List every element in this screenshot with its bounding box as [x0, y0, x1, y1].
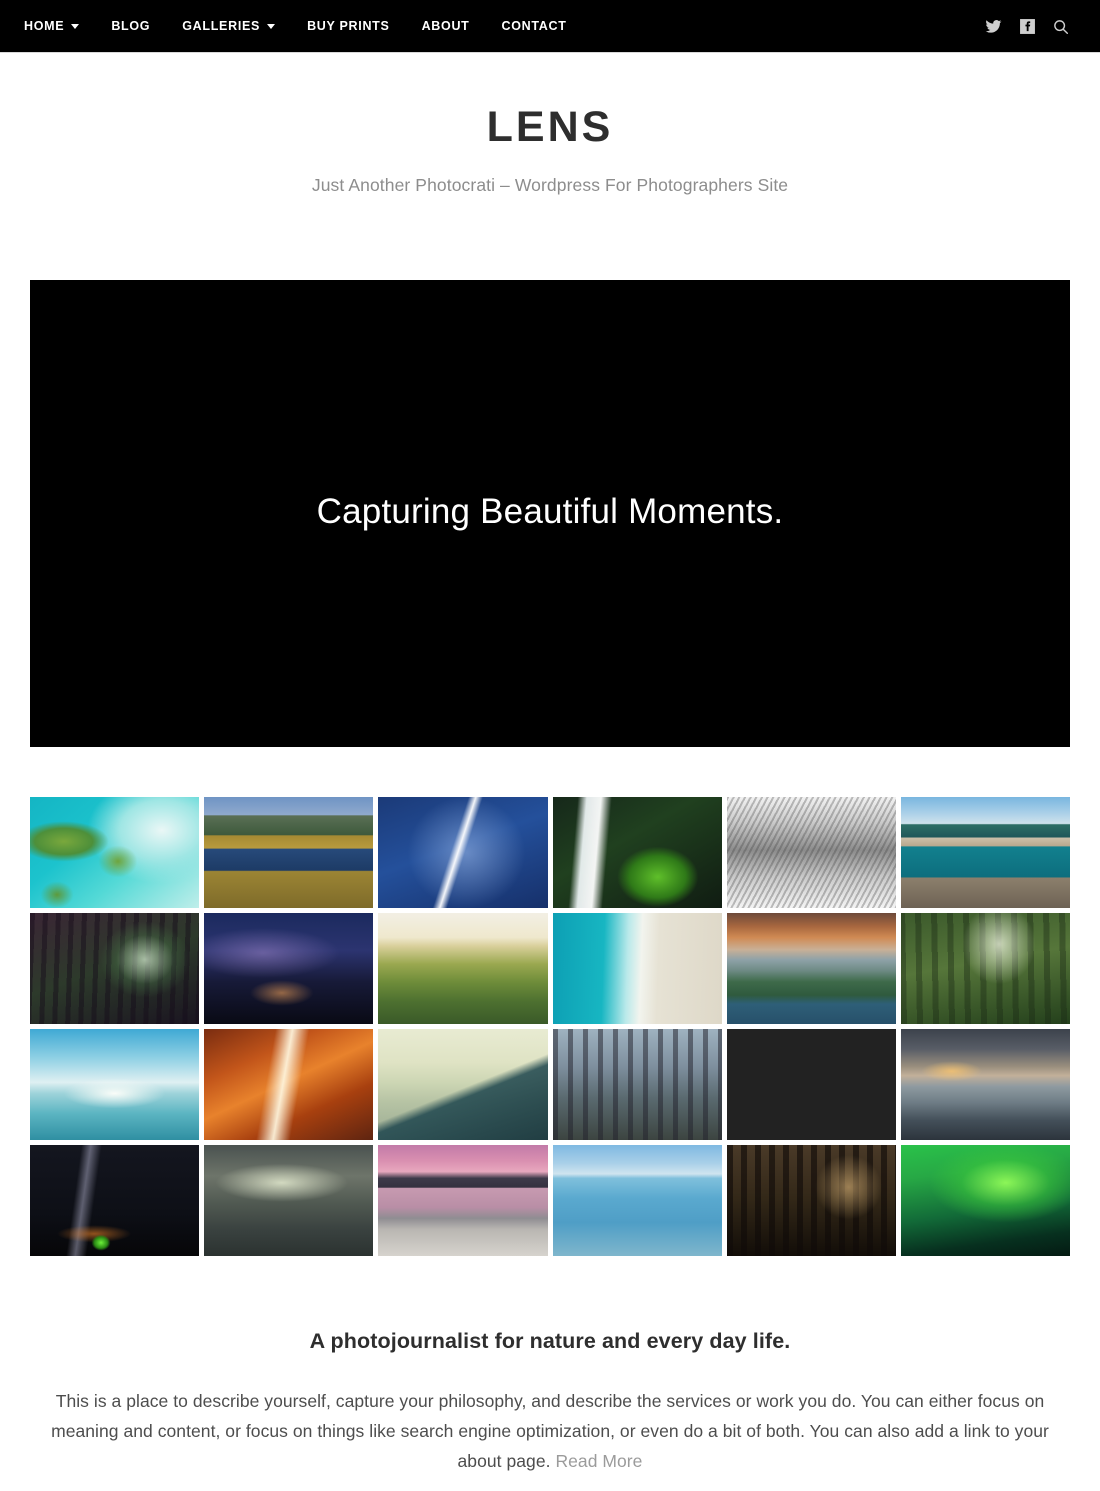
gallery-tile[interactable] — [378, 913, 548, 1024]
gallery-thumbnail-1 — [30, 797, 200, 908]
gallery-tile[interactable] — [552, 913, 722, 1024]
gallery-tile[interactable] — [204, 913, 374, 1024]
gallery-thumbnail-12 — [900, 913, 1070, 1024]
nav-item-about[interactable]: ABOUT — [422, 20, 470, 33]
gallery-thumbnail-23 — [726, 1145, 896, 1256]
nav-item-home-label: HOME — [24, 18, 65, 33]
site-title[interactable]: LENS — [487, 106, 614, 149]
gallery-tile[interactable] — [900, 1145, 1070, 1256]
gallery-thumbnail-18 — [900, 1029, 1070, 1140]
gallery-thumbnail-11 — [726, 913, 896, 1024]
intro-body-text: This is a place to describe yourself, ca… — [51, 1390, 1049, 1472]
gallery-thumbnail-20 — [204, 1145, 374, 1256]
read-more-link[interactable]: Read More — [555, 1451, 642, 1471]
gallery-tile[interactable] — [552, 1029, 722, 1140]
gallery-thumbnail-4 — [552, 797, 722, 908]
top-navigation-bar: HOME BLOG GALLERIES BUY PRINTS ABOUT CON… — [0, 0, 1100, 53]
gallery-tile[interactable] — [378, 1145, 548, 1256]
site-tagline: Just Another Photocrati – Wordpress For … — [311, 175, 789, 195]
gallery-tile[interactable] — [30, 1145, 200, 1256]
gallery-tile[interactable] — [204, 1029, 374, 1140]
social-and-search-group — [976, 0, 1078, 53]
nav-item-blog[interactable]: BLOG — [111, 20, 150, 33]
twitter-icon — [985, 20, 1001, 33]
nav-item-contact[interactable]: CONTACT — [502, 20, 567, 33]
gallery-thumbnail-22 — [552, 1145, 722, 1256]
gallery-thumbnail-6 — [900, 797, 1070, 908]
gallery-thumbnail-10 — [552, 913, 722, 1024]
gallery-thumbnail-17 — [727, 1029, 896, 1140]
gallery-thumbnail-9 — [378, 913, 548, 1024]
gallery-thumbnail-21 — [378, 1145, 548, 1256]
gallery-thumbnail-7 — [30, 913, 200, 1024]
nav-item-blog-label: BLOG — [111, 18, 151, 33]
gallery-thumbnail-13 — [30, 1029, 200, 1140]
gallery-tile[interactable] — [900, 913, 1070, 1024]
hero-headline: Capturing Beautiful Moments. — [316, 491, 784, 531]
facebook-link[interactable] — [1010, 10, 1044, 44]
gallery-tile[interactable] — [726, 1145, 896, 1256]
intro-section: A photojournalist for nature and every d… — [39, 1328, 1061, 1476]
nav-item-buy-prints[interactable]: BUY PRINTS — [307, 20, 389, 33]
gallery-thumbnail-15 — [378, 1029, 548, 1140]
gallery-thumbnail-8 — [204, 913, 374, 1024]
gallery-tile[interactable] — [30, 1029, 200, 1140]
gallery-grid — [30, 797, 1070, 1256]
gallery-tile[interactable] — [726, 913, 896, 1024]
search-button[interactable] — [1044, 10, 1078, 44]
gallery-tile[interactable] — [204, 797, 374, 908]
gallery-tile[interactable] — [552, 1145, 722, 1256]
chevron-down-icon — [267, 23, 276, 29]
hero-section: Capturing Beautiful Moments. — [0, 196, 1100, 747]
gallery-tile[interactable] — [30, 913, 200, 1024]
search-icon — [1054, 19, 1069, 34]
nav-item-contact-label: CONTACT — [501, 18, 567, 33]
gallery-tile[interactable] — [726, 1029, 896, 1140]
gallery-tile[interactable] — [30, 797, 200, 908]
gallery-tile[interactable] — [552, 797, 722, 908]
gallery-thumbnail-14 — [204, 1029, 374, 1140]
nav-item-galleries[interactable]: GALLERIES — [182, 18, 276, 33]
intro-heading: A photojournalist for nature and every d… — [309, 1329, 791, 1353]
facebook-icon — [1019, 19, 1035, 34]
chevron-down-icon — [71, 23, 80, 29]
nav-item-about-label: ABOUT — [421, 18, 470, 33]
nav-item-buy-prints-label: BUY PRINTS — [307, 18, 390, 33]
gallery-thumbnail-3 — [378, 797, 548, 908]
hero-banner[interactable]: Capturing Beautiful Moments. — [30, 280, 1070, 747]
nav-item-home[interactable]: HOME — [24, 18, 80, 33]
site-header: LENS Just Another Photocrati – Wordpress… — [0, 53, 1100, 196]
gallery-tile[interactable] — [378, 1029, 548, 1140]
gallery-tile[interactable] — [726, 797, 896, 908]
nav-item-galleries-label: GALLERIES — [182, 18, 261, 33]
gallery-tile[interactable] — [900, 797, 1070, 908]
gallery-tile[interactable] — [378, 797, 548, 908]
gallery-thumbnail-5 — [726, 797, 896, 908]
gallery-thumbnail-2 — [204, 797, 374, 908]
gallery-tile[interactable] — [204, 1145, 374, 1256]
gallery-thumbnail-19 — [30, 1145, 200, 1256]
gallery-thumbnail-24 — [900, 1145, 1070, 1256]
twitter-link[interactable] — [976, 10, 1010, 44]
gallery-tile[interactable] — [900, 1029, 1070, 1140]
intro-body: This is a place to describe yourself, ca… — [39, 1386, 1061, 1476]
gallery-thumbnail-16 — [552, 1029, 722, 1140]
primary-menu: HOME BLOG GALLERIES BUY PRINTS ABOUT CON… — [0, 20, 567, 33]
